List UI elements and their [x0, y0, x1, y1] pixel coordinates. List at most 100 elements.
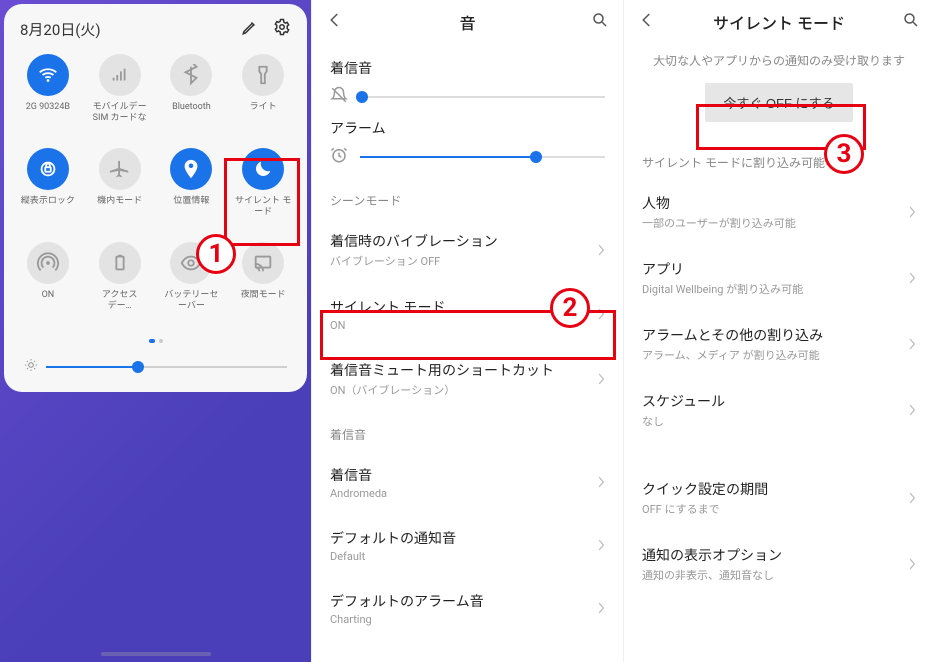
row-title: 着信音ミュート用のショートカット [330, 360, 589, 380]
row-title: 着信音 [330, 465, 589, 485]
qs-tile-label: ON [40, 290, 57, 301]
search-icon[interactable] [902, 11, 920, 33]
chevron-right-icon [908, 203, 916, 222]
interrupt-row-3[interactable]: スケジュールなし [624, 377, 934, 443]
qs-tile-label: Bluetooth [170, 102, 213, 113]
gear-icon[interactable] [273, 18, 291, 40]
ringtone-slider[interactable] [360, 96, 605, 98]
back-icon[interactable] [638, 11, 656, 33]
ringtone-row-0[interactable]: 着信音 Andromeda [312, 451, 623, 514]
scene-row-2[interactable]: 着信音ミュート用のショートカット ON（バイブレーション） [312, 346, 623, 412]
row-title: スケジュール [642, 391, 900, 411]
interrupt-row-2[interactable]: アラームとその他の割り込みアラーム、メディア が割り込み可能 [624, 311, 934, 377]
qs-tile-airplane[interactable]: 機内モード [84, 144, 156, 230]
chevron-right-icon [908, 555, 916, 574]
row-subtitle: OFF にするまで [642, 501, 900, 517]
home-handle [101, 652, 211, 656]
row-subtitle: ON（バイブレーション） [330, 382, 589, 398]
chevron-right-icon [597, 305, 605, 324]
interrupt-row-0[interactable]: 人物一部のユーザーが割り込み可能 [624, 179, 934, 245]
brightness-slider[interactable] [46, 366, 287, 368]
qs-tile-cast[interactable]: 夜間モード [227, 238, 299, 324]
qs-tile-wifi[interactable]: 2G 90324B [12, 50, 84, 136]
row-subtitle: なし [642, 413, 900, 429]
row-subtitle: バイブレーション OFF [330, 253, 589, 269]
sound-title: 音 [459, 10, 475, 34]
ringtone-row-2[interactable]: デフォルトのアラーム音Charting [312, 577, 623, 640]
qs-tile-signal[interactable]: モバイルデー SIM カードな [84, 50, 156, 136]
scene-row-1[interactable]: サイレント モードON [312, 283, 623, 346]
chevron-right-icon [597, 473, 605, 492]
flashlight-icon [242, 54, 284, 96]
chevron-right-icon [597, 241, 605, 260]
row-subtitle: Digital Wellbeing が割り込み可能 [642, 281, 900, 297]
ringtone-section: 着信音 [312, 412, 623, 451]
silent-mode-panel: サイレント モード 大切な人やアプリからの通知のみ受け取ります 今すぐ OFF … [623, 0, 934, 662]
quick-settings-panel: 8月20日(火) 2G 90324B モバイルデー SIM カードな Bluetoo… [0, 0, 311, 662]
brightness-low-icon [24, 357, 38, 376]
qs-tile-rotate-lock[interactable]: 縦表示ロック [12, 144, 84, 230]
silent-header: サイレント モード [624, 0, 934, 44]
qs-tile-label: 縦表示ロック [19, 196, 77, 207]
alarm-volume-label: アラーム [330, 118, 605, 138]
qs-tile-label: アクセス デー… [100, 290, 140, 312]
row-subtitle: 一部のユーザーが割り込み可能 [642, 215, 900, 231]
silent-description: 大切な人やアプリからの通知のみ受け取ります [624, 44, 934, 83]
row-title: アプリ [642, 259, 900, 279]
qs-tile-bluetooth[interactable]: Bluetooth [156, 50, 228, 136]
chevron-right-icon [597, 536, 605, 555]
eye-icon [170, 242, 212, 284]
qs-tile-eye[interactable]: バッテリーセ ーバー [156, 238, 228, 324]
row-subtitle: Default [330, 550, 589, 563]
alarm-icon [330, 146, 348, 168]
brightness-slider-row [12, 347, 299, 380]
row-subtitle: アラーム、メディア が割り込み可能 [642, 347, 900, 363]
qs-tile-battery[interactable]: アクセス デー… [84, 238, 156, 324]
qs-tile-label: バッテリーセ ーバー [162, 290, 220, 312]
sound-header: 音 [312, 0, 623, 44]
alarm-slider[interactable] [360, 156, 605, 158]
date-label: 8月20日(火) [20, 19, 101, 40]
qs-tile-location[interactable]: 位置情報 [156, 144, 228, 230]
quick-settings-grid: 2G 90324B モバイルデー SIM カードな Bluetooth ライト縦表示ロ… [12, 50, 299, 324]
qs-tile-label: サイレント モ ード [233, 196, 293, 218]
bluetooth-icon [170, 54, 212, 96]
back-icon[interactable] [326, 11, 344, 33]
chevron-right-icon [908, 401, 916, 420]
qs-tile-hotspot[interactable]: ON [12, 238, 84, 324]
interrupt-section: サイレント モードに割り込み可能なもの [624, 140, 934, 179]
row-title: デフォルトの通知音 [330, 528, 589, 548]
ringtone-volume-label: 着信音 [330, 58, 605, 78]
scene-row-0[interactable]: 着信時のバイブレーションバイブレーション OFF [312, 217, 623, 283]
battery-icon [99, 242, 141, 284]
silent-title: サイレント モード [713, 10, 845, 34]
qs-tile-moon[interactable]: サイレント モ ード [227, 144, 299, 230]
row-subtitle: 通知の非表示、通知音なし [642, 567, 900, 583]
chevron-right-icon [908, 489, 916, 508]
other-row-1[interactable]: 通知の表示オプション通知の非表示、通知音なし [624, 531, 934, 597]
other-row-0[interactable]: クイック設定の期間OFF にするまで [624, 465, 934, 531]
row-subtitle: Andromeda [330, 487, 589, 500]
edit-icon[interactable] [241, 18, 259, 40]
page-dots [12, 328, 299, 347]
row-title: デフォルトのアラーム音 [330, 591, 589, 611]
quick-settings-card: 8月20日(火) 2G 90324B モバイルデー SIM カードな Bluetoo… [4, 4, 307, 392]
chevron-right-icon [908, 269, 916, 288]
search-icon[interactable] [591, 11, 609, 33]
chevron-right-icon [597, 599, 605, 618]
qs-tile-label: 機内モード [95, 196, 144, 207]
row-title: 通知の表示オプション [642, 545, 900, 565]
row-title: 人物 [642, 193, 900, 213]
airplane-icon [99, 148, 141, 190]
hotspot-icon [27, 242, 69, 284]
qs-tile-flashlight[interactable]: ライト [227, 50, 299, 136]
row-title: サイレント モード [330, 297, 589, 317]
qs-tile-label: 2G 90324B [24, 102, 72, 113]
row-title: 着信時のバイブレーション [330, 231, 589, 251]
bell-off-icon [330, 86, 348, 108]
signal-icon [99, 54, 141, 96]
turn-off-now-button[interactable]: 今すぐ OFF にする [705, 83, 852, 122]
interrupt-row-1[interactable]: アプリ Digital Wellbeing が割り込み可能 [624, 245, 934, 311]
quick-settings-header: 8月20日(火) [12, 18, 299, 50]
ringtone-row-1[interactable]: デフォルトの通知音 Default [312, 514, 623, 577]
